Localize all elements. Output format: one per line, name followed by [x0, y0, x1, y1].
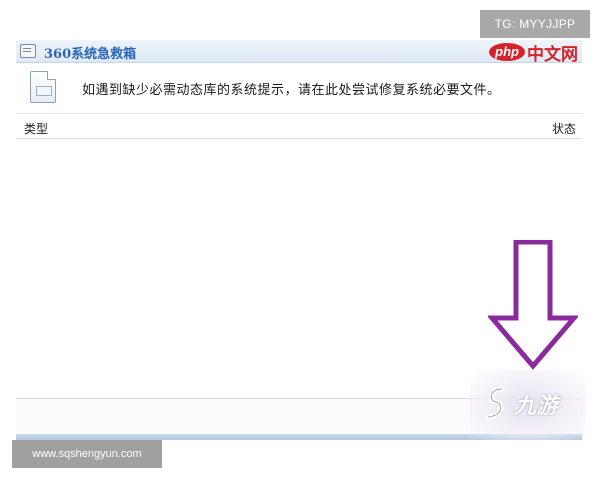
table-header: 类型 状态	[16, 116, 582, 139]
app-icon	[20, 44, 36, 58]
url-watermark: www.sqshengyun.com	[12, 440, 162, 468]
window-title: 360系统急救箱	[44, 47, 137, 62]
notice-row: 如遇到缺少必需动态库的系统提示，请在此处尝试修复系统必要文件。	[16, 63, 582, 114]
php-cn-logo: php 中文网	[489, 40, 578, 65]
title-bar: 360系统急救箱 php 中文网	[16, 40, 582, 65]
php-logo-mark: php	[489, 43, 525, 61]
tg-watermark: TG: MYYJJPP	[480, 10, 590, 38]
jiuyou-watermark: 九游	[470, 370, 586, 440]
notice-text: 如遇到缺少必需动态库的系统提示，请在此处尝试修复系统必要文件。	[82, 83, 501, 98]
php-logo-text: 中文网	[527, 44, 578, 65]
jiuyou-logo-icon	[485, 386, 505, 420]
dll-file-icon	[30, 71, 56, 103]
jiuyou-text: 九游	[514, 394, 559, 419]
down-arrow-icon	[488, 240, 578, 370]
column-header-status[interactable]: 状态	[552, 120, 576, 137]
column-header-type[interactable]: 类型	[24, 120, 48, 137]
